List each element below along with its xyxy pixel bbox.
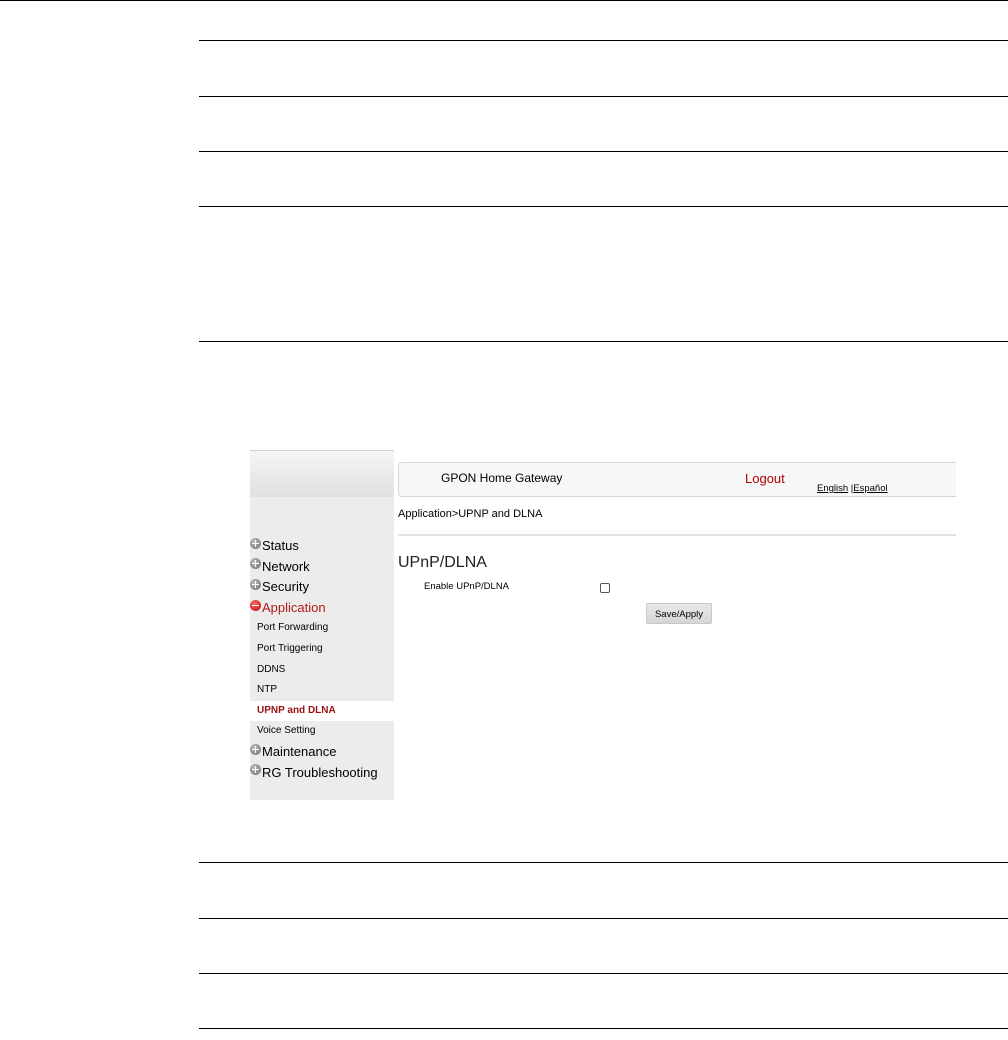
enable-upnp-label: Enable UPnP/DLNA [424,581,510,592]
sidebar-item-security[interactable]: Security [250,577,394,598]
sidebar-item-network[interactable]: Network [250,557,394,578]
enable-upnp-checkbox[interactable] [600,583,610,593]
sidebar: Status Network Security Application Port… [250,450,394,800]
content-divider [398,534,956,536]
sidebar-item-rg-troubleshooting[interactable]: RG Troubleshooting [250,763,394,784]
sidebar-item-application[interactable]: Application [250,598,394,619]
sidebar-item-label: Status [262,538,299,553]
table-rule [199,206,1008,207]
router-screenshot: Status Network Security Application Port… [250,450,956,800]
table-rule [199,151,1008,152]
table-rule [199,862,1008,863]
sidebar-menu: Status Network Security Application Port… [250,536,394,783]
sidebar-subitem-port-triggering[interactable]: Port Triggering [250,639,394,660]
sidebar-subitem-port-forwarding[interactable]: Port Forwarding [250,618,394,639]
page-title: UPnP/DLNA [398,554,487,571]
sidebar-item-status[interactable]: Status [250,536,394,557]
sidebar-item-label: Maintenance [262,743,337,759]
table-rule [199,96,1008,97]
header-bar: GPON Home Gateway Logout English |Españo… [398,462,956,497]
table-rule [199,40,1008,41]
sidebar-header [250,450,394,497]
sidebar-subitem-ddns[interactable]: DDNS [250,660,394,681]
lang-english-link[interactable]: English [817,483,848,494]
plus-circle-icon [250,558,261,570]
table-rule [199,341,1008,342]
sidebar-item-label: Security [262,579,309,595]
document-page: Status Network Security Application Port… [0,0,1008,1040]
save-apply-button[interactable]: Save/Apply [646,603,712,624]
plus-circle-icon [250,764,261,776]
plus-circle-icon [250,537,261,549]
language-switcher: English |Español [817,483,888,494]
breadcrumb: Application>UPNP and DLNA [398,508,543,520]
sidebar-item-label: Network [262,558,310,574]
app-title: GPON Home Gateway [441,471,563,485]
lang-spanish-link[interactable]: Español [853,483,887,494]
logout-link[interactable]: Logout [745,471,785,486]
sidebar-item-label: RG Troubleshooting [262,764,378,780]
table-rule [199,918,1008,919]
sidebar-item-label: Application [262,599,326,615]
table-rule [199,1028,1008,1029]
sidebar-subitem-upnp-dlna[interactable]: UPNP and DLNA [250,700,394,722]
sidebar-subitem-ntp[interactable]: NTP [250,680,394,701]
page-top-rule [0,0,1008,1]
sidebar-subitem-voice-setting[interactable]: Voice Setting [250,721,394,742]
plus-circle-icon [250,743,261,755]
minus-circle-icon [250,599,261,611]
sidebar-item-maintenance[interactable]: Maintenance [250,742,394,763]
table-rule [199,973,1008,974]
plus-circle-icon [250,578,261,590]
